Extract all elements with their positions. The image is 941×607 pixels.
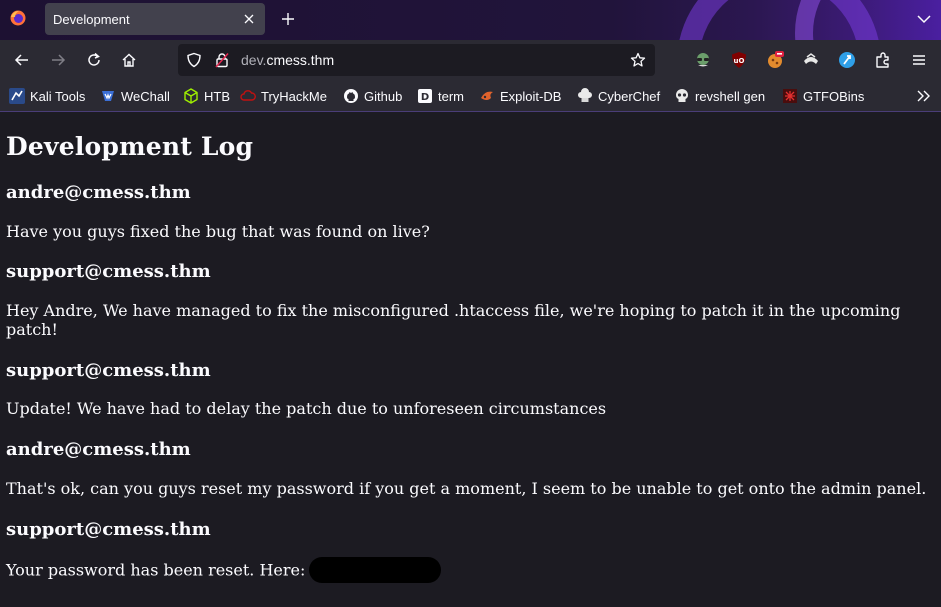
entry-author: andre@cmess.thm [6,439,191,460]
double-chevron-right-icon[interactable] [914,86,934,106]
hamburger-menu-icon[interactable] [910,51,928,69]
tracking-protection-shield-icon[interactable] [186,52,202,68]
cookie-extension-icon[interactable] [766,51,784,69]
bookmark-cyberchef[interactable]: CyberChef [577,86,660,106]
entry-message: Update! We have had to delay the patch d… [6,399,607,418]
url-bar[interactable]: dev.cmess.thm [178,44,655,76]
bookmark-label: term [438,88,464,104]
bookmark-star-icon[interactable] [630,52,646,68]
htb-cube-icon [183,88,199,104]
github-icon [343,88,359,104]
kali-dragon-icon [9,88,25,104]
cyberchef-hat-icon [577,88,593,104]
foxyproxy-icon[interactable] [838,51,856,69]
bookmark-tryhackme[interactable]: TryHackMe [240,86,327,106]
bookmark-gtfobins[interactable]: GTFOBins [782,86,864,106]
chevron-down-icon[interactable] [914,9,934,29]
bookmark-term[interactable]: D term [417,86,464,106]
bookmark-label: revshell gen [695,88,766,104]
close-tab-icon[interactable] [241,11,257,27]
exploit-db-icon [479,88,495,104]
entry-message: Your password has been reset. Here: [6,560,306,580]
home-icon[interactable] [119,50,139,70]
bookmark-label: HTB [204,88,230,104]
bookmark-label: Github [364,88,403,104]
ublock-origin-icon[interactable]: uO [730,51,748,69]
tab-strip: Development [0,0,941,40]
entry-message: Have you guys fixed the bug that was fou… [6,222,430,241]
skull-icon [674,88,690,104]
new-tab-plus-icon[interactable] [278,9,298,29]
bookmark-kali-tools[interactable]: Kali Tools [9,86,85,106]
svg-text:D: D [421,92,429,103]
bookmark-label: Kali Tools [30,88,86,104]
wechall-icon [100,88,116,104]
bookmark-label: GTFOBins [803,88,865,104]
bookmark-label: TryHackMe [261,88,327,104]
tryhackme-cloud-icon [240,88,256,104]
redacted-password [309,557,442,583]
insecure-lock-icon[interactable] [214,52,230,68]
url-text[interactable]: dev.cmess.thm [241,52,334,68]
entry-message-with-redaction: Your password has been reset. Here: [6,557,931,584]
bookmark-exploit-db[interactable]: Exploit-DB [479,86,561,106]
gtfobins-icon [782,88,798,104]
page-content: Development Log andre@cmess.thm Have you… [0,112,941,607]
spy-glasses-extension-icon[interactable] [694,51,712,69]
tab-development[interactable]: Development [45,3,265,35]
page-title: Development Log [6,132,254,161]
entry-author: support@cmess.thm [6,360,211,381]
entry-author: andre@cmess.thm [6,182,191,203]
bookmark-label: CyberChef [598,88,661,104]
entry-author: support@cmess.thm [6,519,211,540]
navigation-toolbar: dev.cmess.thm uO [0,40,941,80]
url-domain: cmess.thm [266,52,335,68]
bookmark-label: Exploit-DB [500,88,562,104]
entry-message: Hey Andre, We have managed to fix the mi… [6,301,901,339]
back-arrow-icon[interactable] [12,50,32,70]
bookmark-label: WeChall [121,88,170,104]
extensions-puzzle-icon[interactable] [874,51,892,69]
url-subdomain: dev. [241,52,267,68]
bookmarks-toolbar: Kali Tools WeChall HTB TryHackMe Github … [0,80,941,112]
tab-title: Development [53,11,130,27]
svg-text:uO: uO [734,57,745,65]
entry-message: That's ok, can you guys reset my passwor… [6,479,927,498]
bookmark-htb[interactable]: HTB [183,86,230,106]
reload-icon[interactable] [84,50,104,70]
term-icon: D [417,88,433,104]
wappalyzer-icon[interactable] [802,51,820,69]
forward-arrow-icon[interactable] [48,50,68,70]
bookmark-revshell-gen[interactable]: revshell gen [674,86,765,106]
bookmark-wechall[interactable]: WeChall [100,86,170,106]
firefox-logo-icon[interactable] [10,10,26,26]
entry-author: support@cmess.thm [6,261,211,282]
bookmark-github[interactable]: Github [343,86,402,106]
